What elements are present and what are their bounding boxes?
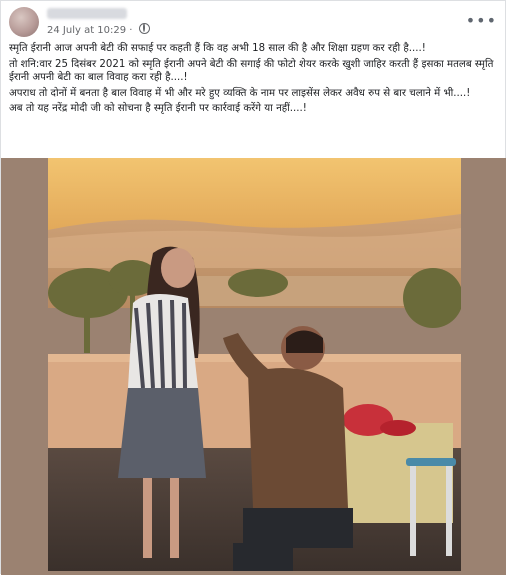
post-timestamp[interactable]: 24 July at 10:29 bbox=[47, 25, 126, 36]
engagement-photo bbox=[48, 158, 461, 571]
post-paragraph-4: अब तो यह नरेंद्र मोदी जी को सोचना है स्म… bbox=[9, 103, 307, 114]
facebook-post: 24 July at 10:29 · ••• स्मृति ईरानी आज अ… bbox=[0, 0, 506, 575]
post-photo[interactable] bbox=[48, 158, 461, 571]
post-text: स्मृति ईरानी आज अपनी बेटी की सफाई पर कहत… bbox=[9, 42, 499, 118]
more-options-icon[interactable]: ••• bbox=[466, 11, 497, 30]
globe-icon[interactable] bbox=[138, 23, 150, 34]
post-paragraph-1: स्मृति ईरानी आज अपनी बेटी की सफाई पर कहत… bbox=[9, 43, 426, 54]
author-name[interactable] bbox=[47, 8, 127, 19]
sky bbox=[48, 158, 461, 230]
post-paragraph-3: अपराध तो दोनों में बनता है बाल विवाह में… bbox=[9, 87, 471, 99]
post-meta: 24 July at 10:29 · bbox=[47, 23, 150, 36]
author-avatar[interactable] bbox=[9, 7, 39, 37]
meta-separator: · bbox=[126, 25, 136, 36]
post-photo-frame bbox=[1, 158, 506, 575]
post-header: 24 July at 10:29 · ••• bbox=[9, 7, 497, 37]
village bbox=[188, 276, 418, 306]
post-paragraph-2: तो शनि:वार 25 दिसंबर 2021 को स्मृति ईरान… bbox=[9, 58, 494, 84]
